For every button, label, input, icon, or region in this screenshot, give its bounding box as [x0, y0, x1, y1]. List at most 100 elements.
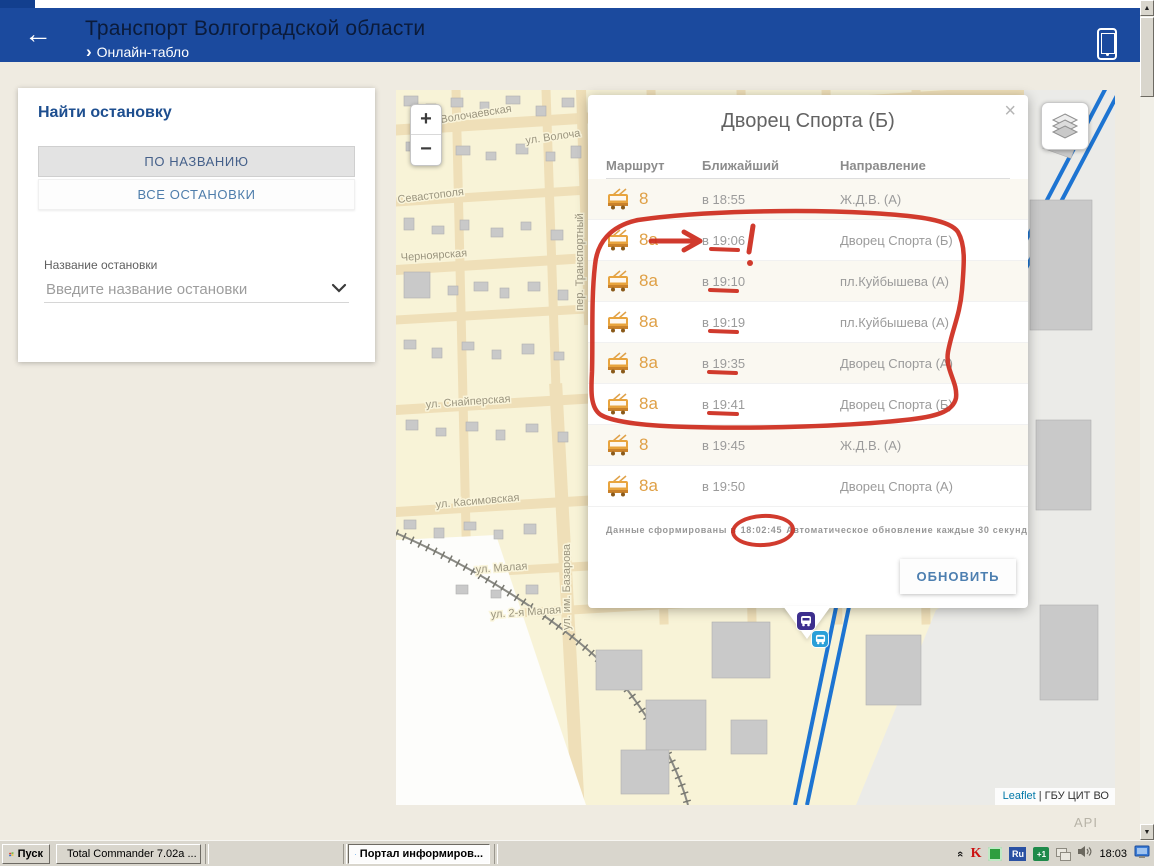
- table-row: 8а в 19:10 пл.Куйбышева (А): [588, 261, 1028, 302]
- volume-icon[interactable]: [1078, 845, 1092, 863]
- column-nearest: Ближайший: [702, 158, 840, 173]
- start-button[interactable]: Пуск: [2, 844, 50, 864]
- bus-stop-marker[interactable]: [812, 631, 828, 647]
- column-direction: Направление: [840, 158, 1010, 173]
- stop-name-title: Дворец Спорта (Б): [588, 110, 1028, 133]
- stop-name-input[interactable]: [44, 276, 328, 302]
- tray-app-icon[interactable]: [988, 847, 1002, 861]
- table-row: 8 в 19:45 Ж.Д.В. (А): [588, 425, 1028, 466]
- route-number: 8а: [639, 476, 658, 496]
- route-number: 8а: [639, 353, 658, 373]
- stop-timetable-popup: × Дворец Спорта (Б) Маршрут Ближайший На…: [588, 95, 1028, 608]
- screen: ← Транспорт Волгоградской области › Онла…: [0, 0, 1154, 866]
- collapse-tray-icon[interactable]: «: [956, 851, 966, 857]
- stop-name-select[interactable]: [44, 276, 349, 303]
- clock[interactable]: 18:03: [1099, 848, 1127, 860]
- route-number: 8а: [639, 394, 658, 414]
- route-number: 8а: [639, 312, 658, 332]
- arrival-time: в 19:06: [702, 233, 840, 248]
- zoom-out-button[interactable]: −: [411, 135, 441, 164]
- map-attribution: Leaflet | ГБУ ЦИТ ВО: [995, 788, 1115, 805]
- table-row: 8 в 18:55 Ж.Д.В. (А): [588, 179, 1028, 220]
- mobile-phone-icon[interactable]: [1097, 28, 1117, 60]
- street-label: ул. им. Базарова: [561, 543, 573, 630]
- table-row: 8а в 19:06 Дворец Спорта (Б): [588, 220, 1028, 261]
- stop-name-label: Название остановки: [44, 258, 157, 272]
- attribution-separator: |: [1036, 790, 1045, 802]
- task-total-commander[interactable]: Total Commander 7.02a ...: [56, 844, 201, 864]
- chevron-down-icon[interactable]: [331, 281, 347, 299]
- generated-prefix: Данные сформированы в: [606, 525, 737, 535]
- trolleybus-icon: [606, 311, 632, 333]
- task-portal-active[interactable]: Портал информиров...: [348, 844, 490, 864]
- top-strip: [35, 0, 1140, 8]
- antivirus-icon[interactable]: K: [971, 846, 982, 862]
- all-stops-button[interactable]: ВСЕ ОСТАНОВКИ: [38, 179, 355, 210]
- route-number: 8: [639, 189, 648, 209]
- trolleybus-icon: [606, 475, 632, 497]
- trolleybus-icon: [606, 393, 632, 415]
- data-generated-note: Данные сформированы в 18:02:45 Автоматич…: [606, 525, 1028, 535]
- arrival-time: в 19:35: [702, 356, 840, 371]
- direction: Ж.Д.В. (А): [840, 438, 1010, 453]
- taskbar-divider: [343, 844, 347, 864]
- arrival-time: в 18:55: [702, 192, 840, 207]
- layers-button[interactable]: [1041, 102, 1089, 150]
- top-notch: [0, 0, 35, 8]
- page-title: Транспорт Волгоградской области: [85, 17, 425, 41]
- network-icon[interactable]: [1056, 848, 1071, 861]
- taskbar-divider: [205, 844, 209, 864]
- back-arrow-icon[interactable]: ←: [24, 18, 52, 50]
- arrival-time: в 19:19: [702, 315, 840, 330]
- taskbar-divider: [494, 844, 498, 864]
- chevron-right-icon: ›: [86, 45, 92, 59]
- layers-icon: [1050, 112, 1080, 140]
- language-indicator[interactable]: Ru: [1009, 847, 1026, 861]
- table-header: Маршрут Ближайший Направление: [606, 153, 1010, 179]
- scroll-down-icon[interactable]: ▼: [1140, 824, 1154, 840]
- bus-stop-marker[interactable]: [797, 612, 815, 630]
- timetable-rows: 8 в 18:55 Ж.Д.В. (А) 8а в 19:06 Дворец С…: [588, 179, 1028, 507]
- portal-icon: [355, 848, 356, 861]
- generated-time: 18:02:45: [741, 525, 783, 535]
- arrival-time: в 19:45: [702, 438, 840, 453]
- direction: Дворец Спорта (Б): [840, 397, 1010, 412]
- taskbar: Пуск Total Commander 7.02a ... Портал ин…: [0, 840, 1154, 866]
- trolleybus-icon: [606, 352, 632, 374]
- windows-logo-icon: [9, 848, 14, 861]
- table-row: 8а в 19:35 Дворец Спорта (А): [588, 343, 1028, 384]
- table-row: 8а в 19:41 Дворец Спорта (Б): [588, 384, 1028, 425]
- breadcrumb: › Онлайн-табло: [86, 44, 189, 60]
- arrival-time: в 19:50: [702, 479, 840, 494]
- find-stop-panel: Найти остановку ПО НАЗВАНИЮ ВСЕ ОСТАНОВК…: [18, 88, 375, 362]
- system-tray: « K Ru +1 18:03: [957, 844, 1150, 864]
- app-header: ← Транспорт Волгоградской области › Онла…: [0, 8, 1140, 62]
- scrollbar-thumb[interactable]: [1140, 17, 1154, 97]
- trolleybus-icon: [606, 434, 632, 456]
- breadcrumb-label: Онлайн-табло: [97, 44, 189, 60]
- find-stop-title: Найти остановку: [38, 104, 172, 122]
- map-zoom-control: + −: [410, 104, 442, 166]
- trolleybus-icon: [606, 229, 632, 251]
- display-icon[interactable]: [1134, 845, 1150, 864]
- arrival-time: в 19:41: [702, 397, 840, 412]
- auto-refresh-note: Автоматическое обновление каждые 30 секу…: [786, 525, 1027, 535]
- direction: Дворец Спорта (Б): [840, 233, 1010, 248]
- leaflet-link[interactable]: Leaflet: [1003, 790, 1036, 802]
- route-number: 8а: [639, 271, 658, 291]
- scroll-up-icon[interactable]: ▲: [1140, 0, 1154, 16]
- task-label: Портал информиров...: [360, 848, 483, 860]
- direction: пл.Куйбышева (А): [840, 315, 1010, 330]
- api-label: API: [1074, 815, 1098, 830]
- direction: Ж.Д.В. (А): [840, 192, 1010, 207]
- by-name-button[interactable]: ПО НАЗВАНИЮ: [38, 146, 355, 177]
- page-scrollbar[interactable]: ▲ ▼: [1140, 0, 1154, 840]
- table-row: 8а в 19:50 Дворец Спорта (А): [588, 466, 1028, 507]
- zoom-in-button[interactable]: +: [411, 105, 441, 135]
- tray-badge-icon[interactable]: +1: [1033, 847, 1049, 861]
- refresh-button[interactable]: ОБНОВИТЬ: [900, 559, 1016, 594]
- column-route: Маршрут: [606, 158, 702, 173]
- attribution-provider: ГБУ ЦИТ ВО: [1045, 790, 1109, 802]
- route-number: 8а: [639, 230, 658, 250]
- trolleybus-icon: [606, 188, 632, 210]
